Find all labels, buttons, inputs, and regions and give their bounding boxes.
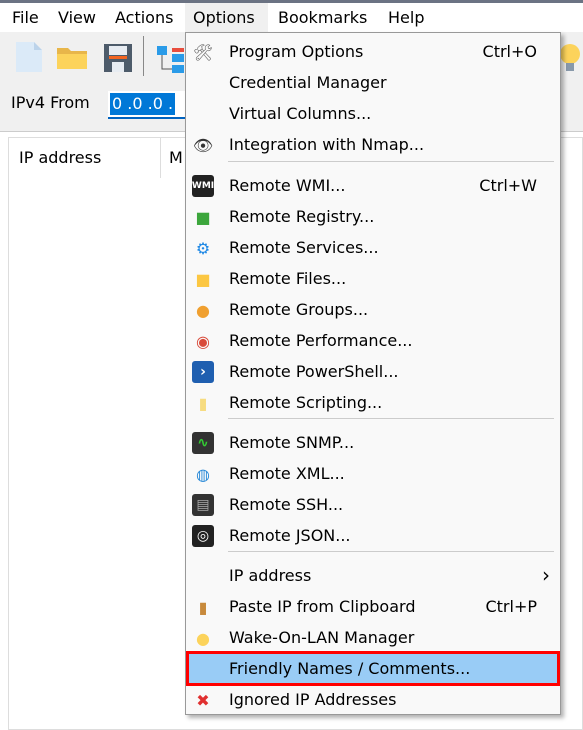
menu-item-label: Program Options xyxy=(229,42,364,61)
menu-item-label: Integration with Nmap... xyxy=(229,135,425,154)
submenu-arrow-icon: › xyxy=(542,563,550,587)
powershell-icon: › xyxy=(192,361,214,383)
menu-item-integration-with-nmap[interactable]: 👁 Integration with Nmap... xyxy=(188,129,558,160)
folder-icon: ■ xyxy=(195,269,211,289)
menu-item-credential-manager[interactable]: Credential Manager xyxy=(188,67,558,98)
save-icon[interactable] xyxy=(101,40,135,74)
open-folder-icon[interactable] xyxy=(55,40,89,74)
menu-item-label: Credential Manager xyxy=(229,73,387,92)
menu-item-remote-snmp[interactable]: ∿ Remote SNMP... xyxy=(188,427,558,458)
snmp-icon: ∿ xyxy=(192,432,214,454)
users-icon: ● xyxy=(196,300,210,320)
menu-item-paste-ip-from-clipboard[interactable]: ▮ Paste IP from Clipboard Ctrl+P xyxy=(188,591,558,622)
clipboard-icon: ▮ xyxy=(198,597,208,617)
menu-item-ip-address[interactable]: IP address › xyxy=(188,560,558,591)
column-m[interactable]: M xyxy=(169,148,183,167)
column-ip-address[interactable]: IP address xyxy=(19,148,101,167)
menu-item-label: Remote Services... xyxy=(229,238,379,257)
menu-item-remote-powershell[interactable]: › Remote PowerShell... xyxy=(188,356,558,387)
menu-item-label: Remote WMI... xyxy=(229,176,346,195)
menu-item-remote-services[interactable]: ⚙ Remote Services... xyxy=(188,232,558,263)
menu-item-ignored-ip-addresses[interactable]: ✖ Ignored IP Addresses xyxy=(188,684,558,715)
menu-file[interactable]: File xyxy=(4,3,47,32)
xml-globe-icon: ◍ xyxy=(196,464,210,484)
lightbulb-icon: ● xyxy=(196,628,210,648)
tree-view-icon[interactable] xyxy=(154,40,188,74)
ipv4-from-label: IPv4 From xyxy=(11,93,90,112)
menu-item-label: IP address xyxy=(229,566,312,585)
tools-icon: 🛠 xyxy=(192,42,214,62)
gauge-icon: ◉ xyxy=(196,331,210,351)
menu-item-shortcut: Ctrl+W xyxy=(479,176,537,195)
menu-item-remote-wmi[interactable]: WMI Remote WMI... Ctrl+W xyxy=(188,170,558,201)
menu-bar: File View Actions Options Bookmarks Help xyxy=(0,3,583,32)
options-dropdown-menu: 🛠 Program Options Ctrl+O Credential Manager… xyxy=(185,32,561,715)
wmi-icon: WMI xyxy=(192,175,214,197)
menu-item-shortcut: Ctrl+O xyxy=(482,42,537,61)
menu-item-remote-groups[interactable]: ● Remote Groups... xyxy=(188,294,558,325)
menu-item-label: Remote Files... xyxy=(229,269,347,288)
menu-separator xyxy=(228,551,554,552)
gear-icon: ⚙ xyxy=(195,238,211,258)
menu-item-shortcut: Ctrl+P xyxy=(485,597,537,616)
menu-item-label: Remote SSH... xyxy=(229,495,344,514)
menu-item-label: Ignored IP Addresses xyxy=(229,690,397,709)
menu-item-remote-xml[interactable]: ◍ Remote XML... xyxy=(188,458,558,489)
menu-item-remote-performance[interactable]: ◉ Remote Performance... xyxy=(188,325,558,356)
menu-item-remote-files[interactable]: ■ Remote Files... xyxy=(188,263,558,294)
menu-item-virtual-columns[interactable]: Virtual Columns... xyxy=(188,98,558,129)
menu-item-label: Remote SNMP... xyxy=(229,433,355,452)
menu-item-label: Remote Scripting... xyxy=(229,393,383,412)
menu-item-label: Friendly Names / Comments... xyxy=(229,659,471,678)
menu-item-label: Remote PowerShell... xyxy=(229,362,399,381)
json-icon: ◎ xyxy=(192,525,214,547)
terminal-icon: ▤ xyxy=(192,494,214,516)
menu-separator xyxy=(228,161,554,162)
menu-item-remote-ssh[interactable]: ▤ Remote SSH... xyxy=(188,489,558,520)
menu-actions[interactable]: Actions xyxy=(107,3,181,32)
toolbar-separator xyxy=(143,36,144,76)
menu-separator xyxy=(228,418,554,419)
menu-bookmarks[interactable]: Bookmarks xyxy=(270,3,375,32)
menu-item-remote-scripting[interactable]: ▮ Remote Scripting... xyxy=(188,387,558,418)
menu-item-label: Remote JSON... xyxy=(229,526,351,545)
menu-item-label: Wake-On-LAN Manager xyxy=(229,628,415,647)
menu-item-label: Remote XML... xyxy=(229,464,345,483)
menu-item-remote-json[interactable]: ◎ Remote JSON... xyxy=(188,520,558,551)
menu-item-label: Virtual Columns... xyxy=(229,104,372,123)
menu-item-friendly-names-comments[interactable]: Friendly Names / Comments... xyxy=(186,651,560,686)
red-x-icon: ✖ xyxy=(196,690,210,710)
menu-view[interactable]: View xyxy=(50,3,104,32)
eye-icon: 👁 xyxy=(192,135,214,155)
menu-item-label: Remote Registry... xyxy=(229,207,375,226)
menu-options[interactable]: Options xyxy=(185,3,268,32)
registry-icon: ■ xyxy=(195,207,211,227)
menu-help[interactable]: Help xyxy=(380,3,432,32)
menu-item-label: Remote Performance... xyxy=(229,331,413,350)
menu-item-label: Remote Groups... xyxy=(229,300,369,319)
menu-item-remote-registry[interactable]: ■ Remote Registry... xyxy=(188,201,558,232)
menu-item-wake-on-lan-manager[interactable]: ● Wake-On-LAN Manager xyxy=(188,622,558,653)
menu-item-program-options[interactable]: 🛠 Program Options Ctrl+O xyxy=(188,36,558,67)
menu-item-label: Paste IP from Clipboard xyxy=(229,597,416,616)
scroll-icon: ▮ xyxy=(198,393,208,413)
new-file-icon[interactable] xyxy=(12,40,46,74)
column-separator[interactable] xyxy=(160,138,161,178)
